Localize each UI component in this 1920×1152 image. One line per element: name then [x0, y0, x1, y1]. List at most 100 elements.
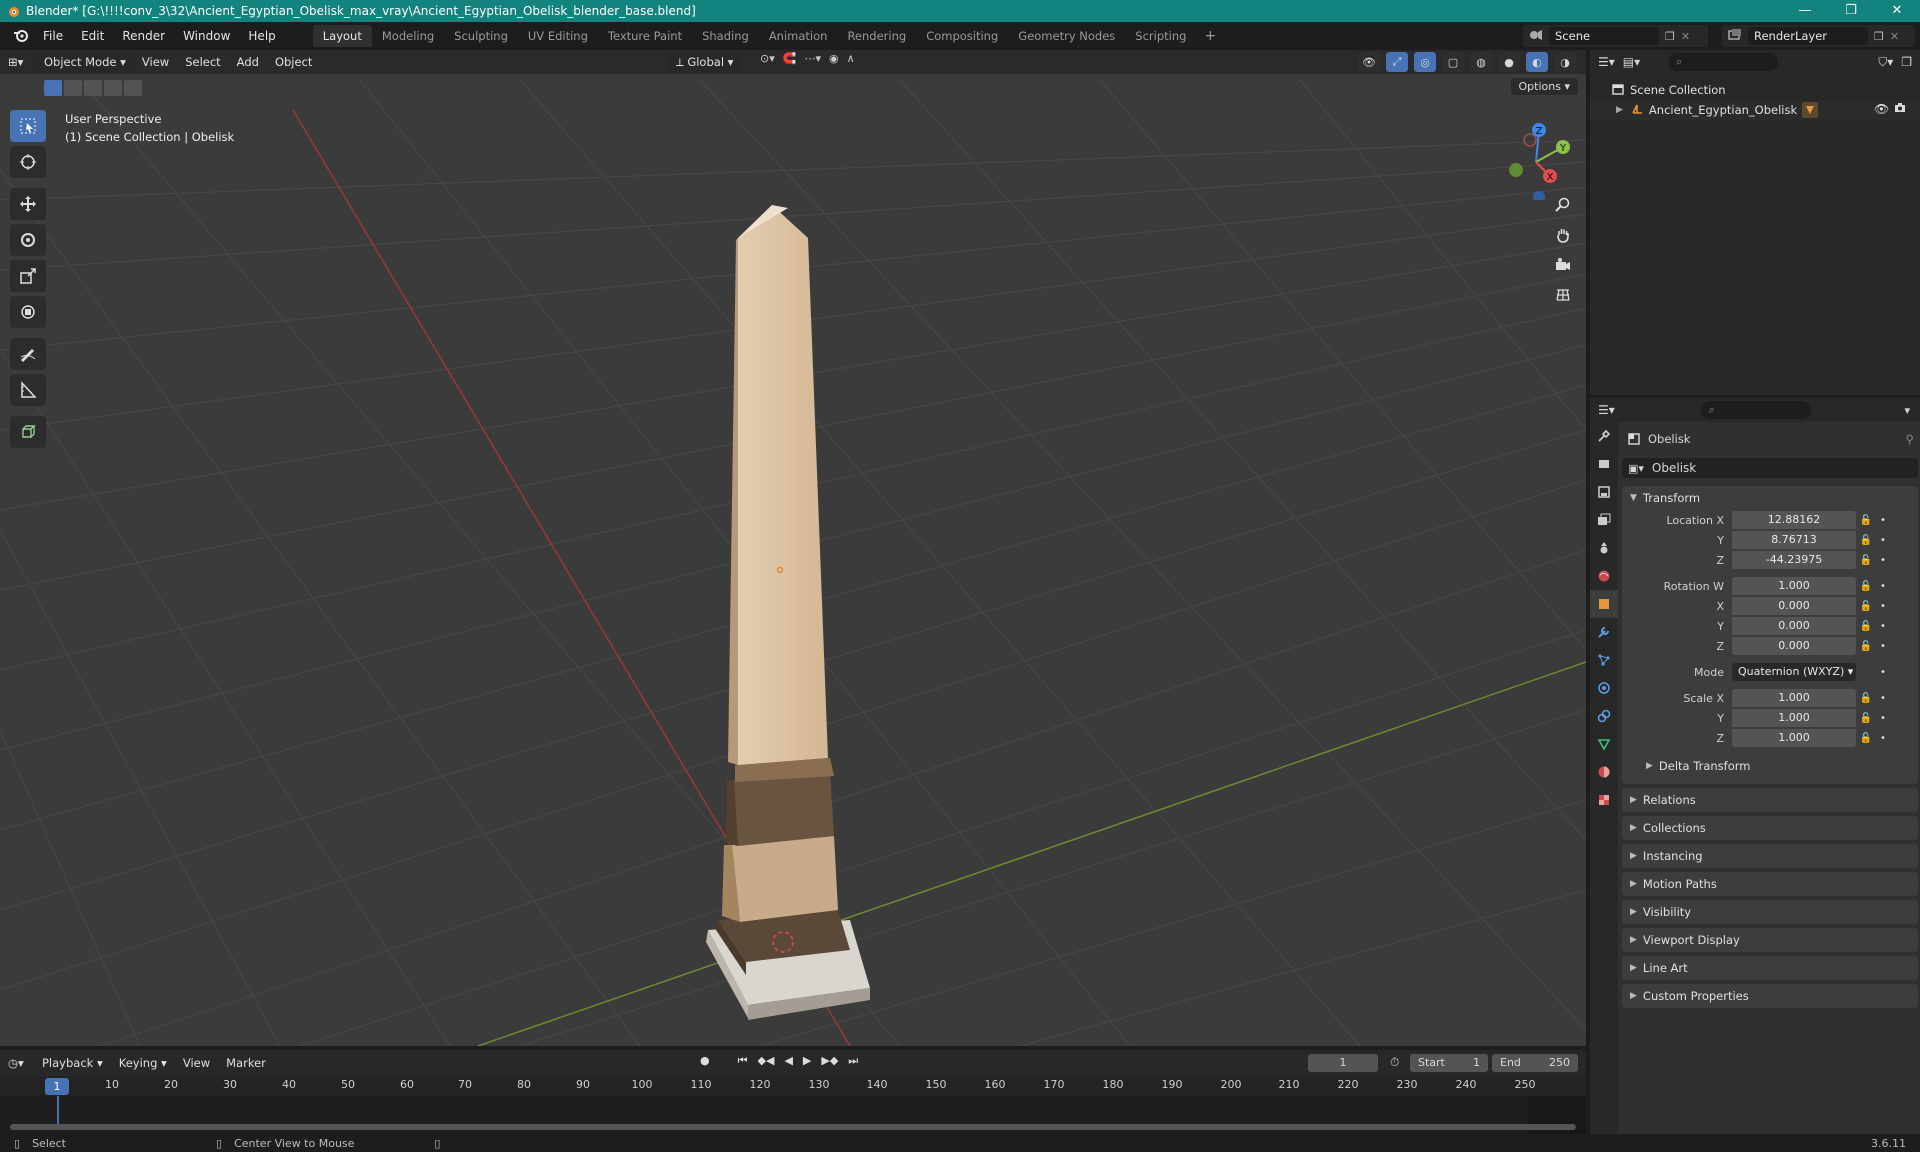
preview-range-icon[interactable]: ⏱ [1390, 1055, 1399, 1070]
tab-rendering[interactable]: Rendering [837, 25, 916, 47]
start-frame-field[interactable]: Start 1 [1410, 1054, 1488, 1072]
rotation-mode-dropdown[interactable]: Quaternion (WXYZ) ▾ [1732, 663, 1856, 681]
play-icon[interactable]: ▶ [803, 1054, 811, 1068]
delta-transform-subpanel[interactable]: ▶ Delta Transform [1622, 754, 1918, 778]
options-dropdown[interactable]: Options ▾ [1510, 78, 1578, 95]
blender-menu-icon[interactable] [8, 28, 34, 45]
tab-modeling[interactable]: Modeling [372, 25, 444, 47]
editor-type-button[interactable]: ⊞▾ [0, 52, 34, 72]
material-shading-icon[interactable]: ◐ [1526, 52, 1548, 72]
object-datablock-icon[interactable]: ▣▾ [1628, 462, 1644, 475]
timeline-menu-playback[interactable]: Playback ▾ [34, 1056, 111, 1070]
lock-icon[interactable]: 🔓 [1856, 601, 1876, 612]
select-subtract-icon[interactable] [84, 80, 102, 96]
expand-arrow-icon[interactable]: ▶ [1616, 105, 1623, 115]
outliner-scene-collection-row[interactable]: Scene Collection [1590, 80, 1920, 100]
relations-panel[interactable]: ▶ Relations [1622, 788, 1918, 812]
menu-help[interactable]: Help [239, 29, 284, 43]
output-tab[interactable] [1590, 478, 1618, 506]
overlay-toggle-icon[interactable]: ◎ [1414, 52, 1436, 72]
keyframe-dot-icon[interactable]: • [1876, 535, 1890, 546]
scale-x-field[interactable]: 1.000 [1732, 689, 1856, 707]
viewport-display-panel[interactable]: ▶ Viewport Display [1622, 928, 1918, 952]
wireframe-shading-icon[interactable]: ◍ [1470, 52, 1492, 72]
scale-z-field[interactable]: 1.000 [1732, 729, 1856, 747]
keyframe-dot-icon[interactable]: • [1876, 515, 1890, 526]
lock-icon[interactable]: 🔓 [1856, 733, 1876, 744]
end-frame-field[interactable]: End 250 [1492, 1054, 1578, 1072]
visibility-panel[interactable]: ▶ Visibility [1622, 900, 1918, 924]
render-camera-icon[interactable] [1894, 102, 1906, 117]
new-render-layer-icon[interactable]: ❐ [1874, 30, 1884, 43]
ortho-grid-icon[interactable] [1550, 282, 1576, 308]
tab-compositing[interactable]: Compositing [916, 25, 1008, 47]
lock-icon[interactable]: 🔓 [1856, 641, 1876, 652]
world-tab[interactable] [1590, 562, 1618, 590]
location-x-field[interactable]: 12.88162 [1732, 511, 1856, 529]
rotation-x-field[interactable]: 0.000 [1732, 597, 1856, 615]
display-mode-icon[interactable]: ▤▾ [1623, 55, 1640, 69]
record-icon[interactable]: ● [700, 1054, 710, 1068]
viewport-menu-select[interactable]: Select [177, 52, 228, 72]
location-y-field[interactable]: 8.76713 [1732, 531, 1856, 549]
location-z-field[interactable]: -44.23975 [1732, 551, 1856, 569]
select-extend-icon[interactable] [64, 80, 82, 96]
scale-tool[interactable] [10, 260, 46, 292]
scene-selector[interactable]: Scene ❐ ✕ [1523, 25, 1708, 47]
lock-icon[interactable]: 🔓 [1856, 581, 1876, 592]
object-mode-dropdown[interactable]: Object Mode ▾ [38, 52, 134, 72]
cursor-tool[interactable] [10, 146, 46, 178]
select-box-tool[interactable] [10, 110, 46, 142]
tab-shading[interactable]: Shading [692, 25, 759, 47]
jump-start-icon[interactable]: ⏮ [738, 1054, 748, 1068]
gizmo-toggle-icon[interactable]: ⤢ [1386, 52, 1408, 72]
jump-end-icon[interactable]: ⏭ [848, 1054, 858, 1068]
visibility-eye-icon[interactable]: 👁 [1874, 102, 1889, 116]
scene-name-field[interactable]: Scene [1549, 27, 1659, 45]
prev-keyframe-icon[interactable]: ◆◀ [758, 1054, 775, 1068]
menu-file[interactable]: File [34, 29, 72, 43]
pin-icon[interactable]: ⚲ [1906, 432, 1914, 446]
xray-toggle-icon[interactable]: ▢ [1442, 52, 1464, 72]
new-scene-icon[interactable]: ❐ [1665, 30, 1675, 43]
physics-tab[interactable] [1590, 674, 1618, 702]
pan-hand-icon[interactable] [1550, 222, 1576, 248]
rotation-z-field[interactable]: 0.000 [1732, 637, 1856, 655]
tab-sculpting[interactable]: Sculpting [444, 25, 518, 47]
rendered-shading-icon[interactable]: ◑ [1554, 52, 1576, 72]
modifier-tab[interactable] [1590, 618, 1618, 646]
keyframe-dot-icon[interactable]: • [1876, 555, 1890, 566]
keyframe-dot-icon[interactable]: • [1876, 733, 1890, 744]
measure-tool[interactable] [10, 374, 46, 406]
outliner-item-obelisk[interactable]: ▶ Ancient_Egyptian_Obelisk 👁 [1590, 100, 1920, 120]
custom-properties-panel[interactable]: ▶ Custom Properties [1622, 984, 1918, 1008]
viewport-menu-add[interactable]: Add [229, 52, 267, 72]
transform-panel-header[interactable]: ▼ Transform [1622, 486, 1918, 510]
texture-tab[interactable] [1590, 786, 1618, 814]
add-workspace-button[interactable]: + [1196, 28, 1224, 44]
tab-texture-paint[interactable]: Texture Paint [598, 25, 692, 47]
motion-paths-panel[interactable]: ▶ Motion Paths [1622, 872, 1918, 896]
tool-tab[interactable] [1590, 422, 1618, 450]
select-intersect-icon[interactable] [124, 80, 142, 96]
rotation-y-field[interactable]: 0.000 [1732, 617, 1856, 635]
timeline-menu-view[interactable]: View [175, 1056, 218, 1070]
data-tab[interactable] [1590, 730, 1618, 758]
timeline-keyframe-area[interactable] [0, 1096, 1586, 1134]
object-tab[interactable] [1590, 590, 1618, 618]
minimize-button[interactable]: — [1782, 0, 1828, 22]
viewport-menu-view[interactable]: View [134, 52, 177, 72]
constraints-tab[interactable] [1590, 702, 1618, 730]
timeline-menu-marker[interactable]: Marker [218, 1056, 274, 1070]
lock-icon[interactable]: 🔓 [1856, 515, 1876, 526]
snap-target-icon[interactable]: ⋯▾ [804, 52, 821, 65]
timeline-menu-keying[interactable]: Keying ▾ [111, 1056, 175, 1070]
delete-scene-icon[interactable]: ✕ [1681, 30, 1690, 43]
material-tab[interactable] [1590, 758, 1618, 786]
falloff-icon[interactable]: ∧ [847, 52, 855, 65]
add-cube-tool[interactable] [10, 416, 46, 448]
transform-tool[interactable] [10, 296, 46, 328]
timeline-editor-type-icon[interactable]: ◷▾ [0, 1056, 34, 1070]
delete-render-layer-icon[interactable]: ✕ [1890, 30, 1899, 43]
close-button[interactable]: ✕ [1874, 0, 1920, 22]
